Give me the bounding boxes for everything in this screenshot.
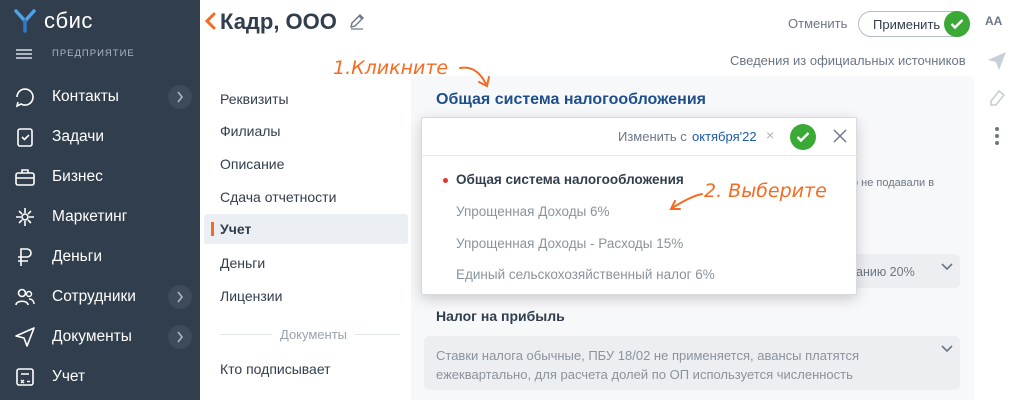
tasks-icon xyxy=(14,126,36,148)
option-agricultural-tax[interactable]: Единый сельскохозяйственный налог 6% xyxy=(456,267,715,282)
hamburger-icon xyxy=(16,48,32,59)
accounting-icon xyxy=(14,366,36,388)
menu-header-label: ПРЕДПРИЯТИЕ xyxy=(52,48,135,59)
official-sources-link[interactable]: Сведения из официальных источников xyxy=(730,53,966,68)
annotation-step2: 2. Выберите xyxy=(704,180,827,202)
sidebar-item-label: Маркетинг xyxy=(52,208,128,225)
tax-system-dropdown: Изменить с октября'22 × Общая система на… xyxy=(421,117,858,295)
sidebar-item-label: Сотрудники xyxy=(52,288,136,305)
eraser-icon[interactable] xyxy=(986,86,1008,108)
section-signers[interactable]: Кто подписывает xyxy=(220,361,331,377)
profit-tax-value: Ставки налога обычные, ПБУ 18/02 не прим… xyxy=(436,348,859,382)
chevron-right-icon[interactable] xyxy=(168,85,192,109)
contacts-icon xyxy=(14,86,36,108)
documents-icon xyxy=(14,326,36,348)
sidebar-item-employees[interactable]: Сотрудники xyxy=(0,277,200,317)
section-divider-label: Документы xyxy=(272,327,356,342)
sidebar-item-label: Деньги xyxy=(52,248,103,265)
page-title: Кадр, ООО xyxy=(220,9,337,34)
app-logo[interactable]: сбис xyxy=(14,8,93,34)
pencil-icon[interactable] xyxy=(348,12,366,30)
section-accounting[interactable]: Учет xyxy=(220,221,251,237)
sidebar-item-label: Учет xyxy=(52,368,86,385)
checkmark-icon xyxy=(944,11,970,37)
section-money[interactable]: Деньги xyxy=(220,255,265,271)
annotation-arrow-icon xyxy=(459,66,490,88)
sbis-logo-icon xyxy=(14,9,36,33)
money-icon xyxy=(14,246,36,268)
sidebar-item-label: Бизнес xyxy=(52,168,103,185)
marketing-icon xyxy=(14,206,36,228)
side-note-text: о не подавали в xyxy=(852,177,935,189)
sidebar-item-label: Задачи xyxy=(52,128,105,145)
send-icon[interactable] xyxy=(986,50,1008,72)
sidebar-item-accounting[interactable]: Учет xyxy=(0,357,200,397)
section-reporting[interactable]: Сдача отчетности xyxy=(220,189,336,205)
change-from-date[interactable]: октября'22 xyxy=(692,129,757,144)
employees-icon xyxy=(14,286,36,308)
sidebar-item-business[interactable]: Бизнес xyxy=(0,157,200,197)
sidebar-item-contacts[interactable]: Контакты xyxy=(0,77,200,117)
sidebar-item-money[interactable]: Деньги xyxy=(0,237,200,277)
change-from-label: Изменить с xyxy=(618,129,687,144)
menu-header[interactable]: ПРЕДПРИЯТИЕ xyxy=(16,48,135,59)
clear-date-icon[interactable]: × xyxy=(766,127,774,143)
confirm-button[interactable] xyxy=(790,124,816,150)
sidebar: сбис ПРЕДПРИЯТИЕ Контакты Задачи Бизнес … xyxy=(0,0,200,400)
business-icon xyxy=(14,166,36,188)
checkmark-icon xyxy=(796,132,810,143)
more-vertical-icon[interactable] xyxy=(986,125,1008,147)
font-size-button[interactable]: АА xyxy=(985,14,1002,28)
apply-button-label: Применить xyxy=(873,16,941,32)
option-simplified-income-expenses[interactable]: Упрощенная Доходы - Расходы 15% xyxy=(456,236,683,251)
sidebar-item-tasks[interactable]: Задачи xyxy=(0,117,200,157)
chevron-right-icon[interactable] xyxy=(168,285,192,309)
profit-tax-title: Налог на прибыль xyxy=(436,308,565,324)
chevron-down-icon[interactable] xyxy=(940,262,954,272)
close-icon[interactable] xyxy=(832,128,848,144)
chevron-right-icon[interactable] xyxy=(168,325,192,349)
apply-button[interactable]: Применить xyxy=(858,11,970,37)
sidebar-item-label: Контакты xyxy=(52,88,119,105)
cancel-button[interactable]: Отменить xyxy=(788,16,847,31)
section-description[interactable]: Описание xyxy=(220,156,284,172)
sidebar-item-documents[interactable]: Документы xyxy=(0,317,200,357)
option-simplified-income[interactable]: Упрощенная Доходы 6% xyxy=(456,204,610,219)
selected-bullet-icon xyxy=(443,178,448,183)
annotation-step1: 1.Кликните xyxy=(333,57,449,79)
chevron-down-icon[interactable] xyxy=(940,344,954,354)
section-licenses[interactable]: Лицензии xyxy=(220,288,282,304)
section-requisites[interactable]: Реквизиты xyxy=(220,91,289,107)
sidebar-item-label: Документы xyxy=(52,328,132,345)
option-general-tax[interactable]: Общая система налогообложения xyxy=(456,172,684,187)
sidebar-item-marketing[interactable]: Маркетинг xyxy=(0,197,200,237)
annotation-arrow-icon xyxy=(669,193,703,210)
back-arrow-icon[interactable] xyxy=(204,12,216,30)
section-branches[interactable]: Филиалы xyxy=(220,123,280,139)
active-section-marker xyxy=(211,222,214,236)
vat-field-value: анию 20% xyxy=(856,265,915,279)
logo-text: сбис xyxy=(44,8,93,33)
